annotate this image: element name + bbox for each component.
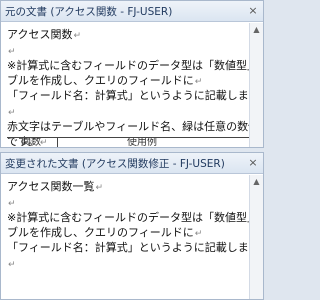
original-document-body[interactable]: アクセス関数↵ ↵ ※計算式に含むフィールドのデータ型は「数値型」でテー ブルを…	[1, 23, 250, 147]
revised-document-titlebar: 変更された文書 (アクセス関数修正 - FJ-USER) ×	[1, 153, 263, 174]
table-header-example: 使用例	[127, 137, 157, 147]
paragraph-mark-icon: ↵	[95, 183, 103, 193]
revised-document-body[interactable]: アクセス関数一覧↵ ↵ ※計算式に含むフィールドのデータ型は「数値型」でテー ブ…	[1, 175, 250, 299]
close-icon[interactable]: ×	[247, 5, 259, 17]
doc-line: アクセス関数↵	[7, 28, 81, 41]
original-document-titlebar: 元の文書 (アクセス関数 - FJ-USER) ×	[1, 1, 263, 22]
close-icon[interactable]: ×	[247, 157, 259, 169]
doc-line: 「フィールド名：計算式」というように記載します。↵	[7, 89, 250, 102]
paragraph-mark-icon: ↵	[8, 107, 16, 118]
original-document-pane: 元の文書 (アクセス関数 - FJ-USER) × アクセス関数↵ ↵ ※計算式…	[0, 0, 264, 148]
original-document-title: 元の文書 (アクセス関数 - FJ-USER)	[5, 5, 173, 18]
paragraph-mark-icon: ↵	[194, 76, 203, 87]
table-header-function: 関数	[21, 137, 41, 147]
scroll-up-icon[interactable]: ▲	[252, 25, 261, 34]
revised-document-scrollbar[interactable]: ▲	[249, 175, 263, 299]
original-document-scrollbar[interactable]: ▲	[249, 23, 263, 147]
paragraph-mark-icon: ↵	[8, 259, 16, 270]
doc-line: ※計算式に含むフィールドのデータ型は「数値型」でテー	[7, 59, 250, 72]
doc-line: ブルを作成し、クエリのフィールドに↵	[7, 225, 203, 239]
doc-line: ブルを作成し、クエリのフィールドに↵	[7, 73, 203, 87]
doc-line: ↵	[7, 44, 244, 60]
paragraph-mark-icon: ↵	[8, 198, 16, 209]
doc-line: ↵	[7, 196, 244, 212]
revised-document-pane: 変更された文書 (アクセス関数修正 - FJ-USER) × アクセス関数一覧↵…	[0, 152, 264, 300]
scroll-up-icon[interactable]: ▲	[252, 177, 261, 186]
doc-line: アクセス関数一覧↵	[7, 180, 103, 193]
table-divider	[57, 138, 58, 147]
paragraph-mark-icon: ↵	[8, 46, 16, 57]
doc-line: ↵	[7, 105, 244, 121]
paragraph-mark-icon: ↵	[73, 31, 81, 41]
revised-document-title: 変更された文書 (アクセス関数修正 - FJ-USER)	[5, 157, 225, 170]
paragraph-mark-icon: ↵	[194, 228, 203, 239]
doc-line: 赤文字はテーブルやフィールド名、緑は任意の数値（記号	[7, 120, 250, 133]
table-header-row: 関数 使用例	[7, 137, 250, 147]
doc-line: ↵	[7, 257, 244, 273]
doc-line: 「フィールド名：計算式」というように記載します。↵	[7, 241, 250, 254]
doc-line: ※計算式に含むフィールドのデータ型は「数値型」でテー	[7, 211, 250, 224]
